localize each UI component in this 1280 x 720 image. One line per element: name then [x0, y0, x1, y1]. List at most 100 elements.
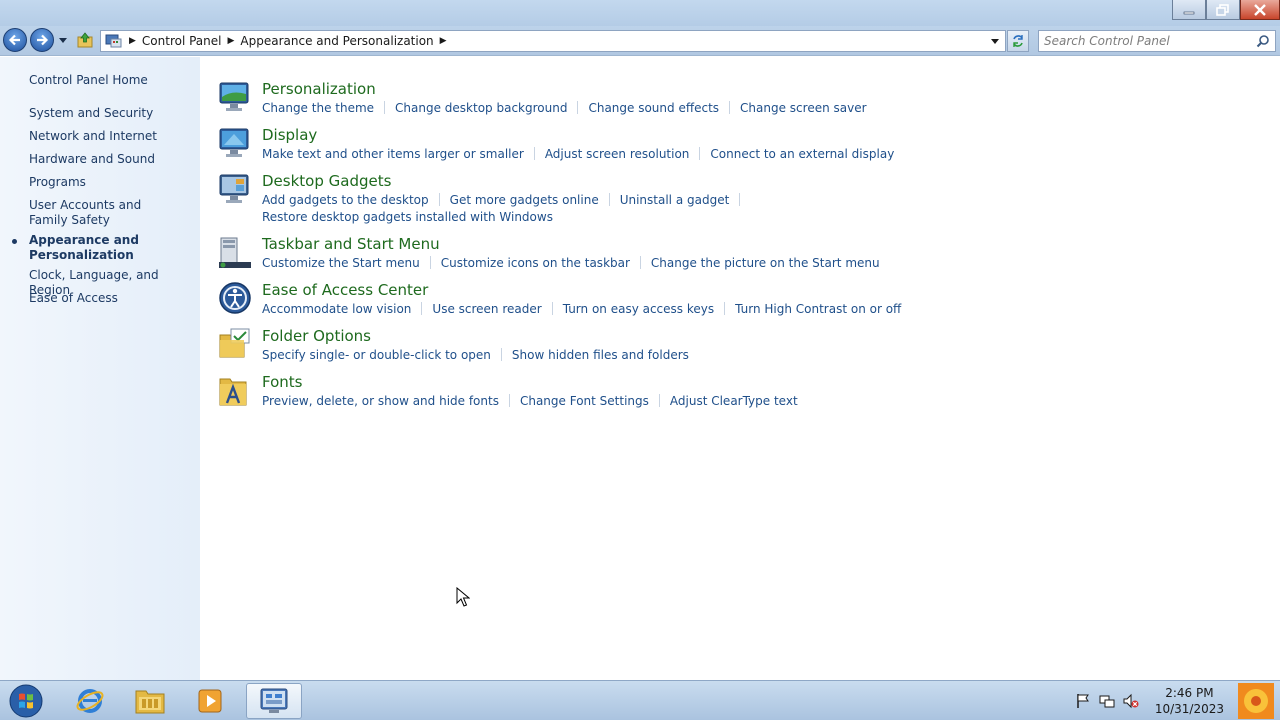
windows-explorer-icon — [135, 690, 165, 714]
control-panel-icon — [105, 34, 122, 48]
category-links: Specify single- or double-click to open S… — [262, 347, 902, 364]
taskbar-internet-explorer[interactable] — [62, 683, 118, 719]
link-divider — [724, 302, 726, 315]
category-title-folder-options[interactable]: Folder Options — [262, 327, 371, 345]
network-icon[interactable] — [1099, 693, 1115, 709]
link-use-screen-reader[interactable]: Use screen reader — [432, 302, 541, 316]
address-dropdown-button[interactable] — [989, 35, 1001, 47]
active-bullet-icon — [12, 239, 17, 244]
link-divider — [577, 101, 579, 114]
system-tray: 2:46 PM 10/31/2023 — [1071, 681, 1224, 720]
link-adjust-cleartype[interactable]: Adjust ClearType text — [670, 394, 798, 408]
folder-options-icon[interactable] — [218, 327, 252, 361]
category-links: Make text and other items larger or smal… — [262, 146, 902, 163]
minimize-button[interactable] — [1172, 0, 1206, 20]
link-add-gadgets[interactable]: Add gadgets to the desktop — [262, 193, 429, 207]
link-preview-fonts[interactable]: Preview, delete, or show and hide fonts — [262, 394, 499, 408]
search-input[interactable] — [1044, 33, 1254, 49]
link-get-more-gadgets[interactable]: Get more gadgets online — [450, 193, 599, 207]
recent-pages-button[interactable] — [58, 34, 68, 46]
category-title-ease-of-access-center[interactable]: Ease of Access Center — [262, 281, 428, 299]
link-high-contrast[interactable]: Turn High Contrast on or off — [735, 302, 901, 316]
link-restore-gadgets[interactable]: Restore desktop gadgets installed with W… — [262, 210, 553, 224]
action-center-flag-icon[interactable] — [1075, 693, 1091, 709]
sidebar-item-ease-of-access[interactable]: Ease of Access — [29, 291, 194, 306]
link-change-font-settings[interactable]: Change Font Settings — [520, 394, 649, 408]
title-bar — [0, 0, 1280, 26]
breadcrumb-separator-icon[interactable]: ▶ — [129, 36, 136, 46]
link-make-text-larger[interactable]: Make text and other items larger or smal… — [262, 147, 524, 161]
address-bar[interactable]: ▶ Control Panel ▶ Appearance and Persona… — [100, 30, 1006, 52]
link-customize-taskbar-icons[interactable]: Customize icons on the taskbar — [441, 256, 630, 270]
user-account-flower-icon[interactable] — [1230, 681, 1280, 720]
volume-muted-icon[interactable] — [1123, 693, 1139, 709]
internet-explorer-icon — [76, 689, 104, 713]
link-uninstall-gadget[interactable]: Uninstall a gadget — [620, 193, 730, 207]
taskbar-control-panel[interactable] — [246, 683, 302, 719]
link-change-desktop-background[interactable]: Change desktop background — [395, 101, 567, 115]
clock[interactable]: 2:46 PM 10/31/2023 — [1155, 685, 1224, 717]
sidebar-item-control-panel-home[interactable]: Control Panel Home — [29, 73, 194, 88]
sidebar-item-network-and-internet[interactable]: Network and Internet — [29, 129, 194, 144]
media-player-icon — [198, 689, 222, 713]
breadcrumb-control-panel[interactable]: Control Panel — [142, 34, 222, 48]
link-show-hidden-files[interactable]: Show hidden files and folders — [512, 348, 689, 362]
category-title-personalization[interactable]: Personalization — [262, 80, 376, 98]
link-accommodate-low-vision[interactable]: Accommodate low vision — [262, 302, 411, 316]
link-divider — [658, 394, 660, 407]
back-button[interactable] — [3, 28, 27, 52]
breadcrumb-appearance[interactable]: Appearance and Personalization — [240, 34, 433, 48]
taskbar-icon[interactable] — [218, 235, 252, 269]
refresh-button[interactable] — [1007, 30, 1029, 52]
taskbar-windows-explorer[interactable] — [122, 683, 178, 719]
gadgets-icon[interactable] — [218, 172, 252, 206]
main-content: Personalization Change the theme Change d… — [200, 57, 1280, 680]
restore-button[interactable] — [1206, 0, 1240, 20]
close-button[interactable] — [1240, 0, 1280, 20]
link-divider — [508, 394, 510, 407]
link-change-sound-effects[interactable]: Change sound effects — [588, 101, 719, 115]
sidebar-item-user-accounts[interactable]: User Accounts and Family Safety — [29, 198, 179, 228]
sidebar-item-appearance-and-personalization: Appearance and Personalization — [29, 233, 139, 262]
close-icon — [1254, 3, 1266, 16]
navigation-bar: ▶ Control Panel ▶ Appearance and Persona… — [0, 26, 1280, 56]
link-divider — [500, 348, 502, 361]
start-button[interactable] — [4, 682, 48, 720]
link-single-double-click[interactable]: Specify single- or double-click to open — [262, 348, 491, 362]
link-divider — [421, 302, 423, 315]
category-title-display[interactable]: Display — [262, 126, 317, 144]
link-divider — [438, 193, 440, 206]
refresh-icon — [1013, 35, 1023, 47]
category-title-taskbar-start-menu[interactable]: Taskbar and Start Menu — [262, 235, 440, 253]
breadcrumb-separator-icon[interactable]: ▶ — [228, 36, 235, 46]
link-change-theme[interactable]: Change the theme — [262, 101, 374, 115]
ease-of-access-icon[interactable] — [218, 281, 252, 315]
category-links: Preview, delete, or show and hide fonts C… — [262, 393, 902, 410]
clock-date: 10/31/2023 — [1154, 702, 1224, 716]
link-change-screen-saver[interactable]: Change screen saver — [740, 101, 867, 115]
search-icon[interactable] — [1256, 34, 1270, 48]
fonts-icon[interactable] — [218, 373, 252, 407]
up-folder-icon[interactable] — [76, 31, 94, 49]
display-icon[interactable] — [218, 126, 252, 160]
search-box[interactable] — [1038, 30, 1276, 52]
link-change-start-menu-picture[interactable]: Change the picture on the Start menu — [651, 256, 880, 270]
link-customize-start-menu[interactable]: Customize the Start menu — [262, 256, 420, 270]
breadcrumb-separator-icon[interactable]: ▶ — [440, 36, 447, 46]
category-title-desktop-gadgets[interactable]: Desktop Gadgets — [262, 172, 391, 190]
taskbar: 2:46 PM 10/31/2023 — [0, 680, 1280, 720]
link-connect-external-display[interactable]: Connect to an external display — [710, 147, 894, 161]
category-links: Change the theme Change desktop backgroun… — [262, 100, 902, 117]
link-adjust-screen-resolution[interactable]: Adjust screen resolution — [545, 147, 690, 161]
personalization-icon[interactable] — [218, 80, 252, 114]
category-links: Add gadgets to the desktop Get more gadge… — [262, 192, 902, 226]
sidebar-item-programs[interactable]: Programs — [29, 175, 194, 190]
back-arrow-icon — [8, 34, 20, 46]
link-easy-access-keys[interactable]: Turn on easy access keys — [563, 302, 714, 316]
category-title-fonts[interactable]: Fonts — [262, 373, 302, 391]
forward-button[interactable] — [30, 28, 54, 52]
restore-icon — [1216, 3, 1229, 16]
taskbar-media-player[interactable] — [182, 683, 238, 719]
sidebar-item-system-and-security[interactable]: System and Security — [29, 106, 194, 121]
sidebar-item-hardware-and-sound[interactable]: Hardware and Sound — [29, 152, 194, 167]
